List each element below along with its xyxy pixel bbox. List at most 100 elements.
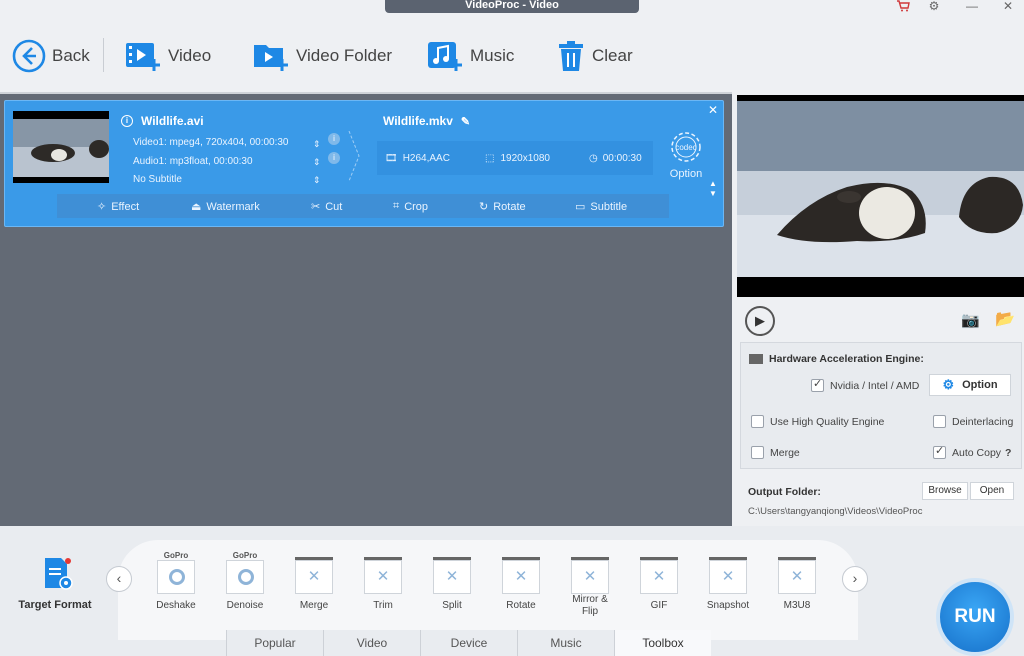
remove-item-button[interactable]: ✕ [708, 103, 718, 117]
nvidia-check-box[interactable] [811, 377, 824, 392]
edit-name-icon[interactable]: ✎ [461, 115, 470, 128]
tool-icon: ✕ [295, 557, 333, 594]
tool-bar-icon [295, 557, 333, 560]
back-button[interactable]: Back [12, 38, 90, 74]
rotate-button[interactable]: ↻ Rotate [479, 200, 526, 214]
film-icon: 🎞 [385, 153, 398, 164]
deinterlacing-checkbox[interactable]: Deinterlacing [933, 415, 1013, 428]
open-folder-icon[interactable]: 📂 [995, 309, 1015, 329]
duration-info: ◷ 00:00:30 [589, 153, 642, 164]
cut-button[interactable]: ✂ Cut [311, 200, 342, 214]
hw-accel-title: Hardware Acceleration Engine: [749, 353, 924, 365]
target-format-label: Target Format [18, 599, 92, 611]
tab-toolbox[interactable]: Toolbox [614, 630, 711, 656]
format-item[interactable]: ✕ GIF [630, 557, 688, 611]
merge-box[interactable] [751, 446, 764, 459]
reorder-arrows[interactable]: ▲ ▼ [709, 179, 717, 199]
prev-formats-button[interactable]: ‹ [106, 566, 132, 592]
add-music-button[interactable]: Music [426, 38, 514, 74]
tool-icon: ✕ [571, 557, 609, 594]
window-title: VideoProc - Video [385, 0, 639, 13]
open-button[interactable]: Open [970, 482, 1014, 500]
toolbar: Back Video Video Folder Music Clear [0, 16, 1024, 92]
deinterlacing-label: Deinterlacing [952, 415, 1014, 428]
format-item[interactable]: GoPro Denoise [216, 551, 274, 611]
auto-copy-box[interactable] [933, 444, 946, 459]
high-quality-box[interactable] [751, 415, 764, 428]
cart-icon[interactable] [893, 0, 913, 14]
track-selector-arrows[interactable]: ⇕ ⇕ ⇕ [313, 135, 321, 189]
video-info-icon[interactable]: i [328, 133, 340, 145]
high-quality-checkbox[interactable]: Use High Quality Engine [751, 415, 884, 428]
subtitle-info: No Subtitle [133, 174, 182, 185]
settings-gear-icon[interactable]: ⚙ [924, 0, 944, 14]
video-label: Video [168, 46, 212, 65]
browse-button[interactable]: Browse [922, 482, 968, 500]
wrench-icon: ✕ [514, 568, 528, 585]
wrench-icon: ✕ [790, 568, 804, 585]
format-item[interactable]: ✕ M3U8 [768, 557, 826, 611]
tab-popular[interactable]: Popular [226, 630, 323, 656]
play-button[interactable]: ▶ [745, 306, 775, 336]
tab-video[interactable]: Video [323, 630, 420, 656]
add-video-button[interactable]: Video [124, 38, 211, 74]
snapshot-camera-icon[interactable]: 📷 [961, 311, 980, 329]
hw-option-label: Option [962, 379, 998, 391]
crop-label: Crop [404, 200, 429, 213]
clear-button[interactable]: Clear [556, 38, 633, 74]
format-item[interactable]: ✕ Merge [285, 557, 343, 611]
format-item[interactable]: ✕ Rotate [492, 557, 550, 611]
add-video-folder-button[interactable]: Video Folder [252, 38, 392, 74]
tool-icon: ✕ [640, 557, 678, 594]
subtitle-button[interactable]: ▭ Subtitle [575, 200, 627, 214]
tool-bar-icon [364, 557, 402, 560]
format-item[interactable]: GoPro Deshake [147, 551, 205, 611]
magic-wand-icon: ✧ [97, 201, 107, 213]
help-icon[interactable]: ? [1005, 447, 1011, 459]
toolbar-divider [103, 38, 104, 72]
resolution-text: 1920x1080 [500, 153, 550, 164]
trash-icon [559, 41, 583, 71]
run-button[interactable]: RUN [936, 578, 1014, 656]
nvidia-label: Nvidia / Intel / AMD [830, 379, 920, 392]
close-window-button[interactable]: ✕ [998, 0, 1018, 14]
tool-bar-icon [502, 557, 540, 560]
resolution-info: ⬚ 1920x1080 [485, 153, 550, 164]
tab-music[interactable]: Music [517, 630, 614, 656]
codec-text: H264,AAC [402, 153, 450, 164]
info-icon[interactable]: i [121, 115, 133, 127]
video-folder-icon [254, 45, 288, 71]
audio-info-icon[interactable]: i [328, 152, 340, 164]
duration-text: 00:00:30 [602, 153, 642, 164]
tool-bar-icon [433, 557, 471, 560]
video-thumbnail[interactable] [13, 111, 109, 183]
hw-option-button[interactable]: ⚙ Option [929, 374, 1011, 396]
minimize-button[interactable]: — [962, 0, 982, 14]
target-format-button[interactable]: Target Format [10, 556, 100, 611]
auto-copy-checkbox[interactable]: Auto Copy ? [933, 444, 1011, 459]
video-preview[interactable] [737, 95, 1024, 297]
crop-button[interactable]: ⌗ Crop [393, 200, 428, 213]
watermark-button[interactable]: ⏏ Watermark [191, 200, 260, 214]
tab-device[interactable]: Device [420, 630, 517, 656]
format-item[interactable]: ✕ Mirror & Flip [561, 557, 619, 618]
format-item[interactable]: ✕ Split [423, 557, 481, 611]
settings-panel: Hardware Acceleration Engine: Nvidia / I… [740, 342, 1022, 469]
nvidia-checkbox[interactable]: Nvidia / Intel / AMD [811, 377, 920, 392]
convert-arrow-icon [348, 131, 360, 181]
gopro-icon: GoPro [226, 551, 264, 594]
merge-checkbox[interactable]: Merge [751, 446, 800, 459]
format-item[interactable]: ✕ Snapshot [699, 557, 757, 611]
codec-option-button[interactable]: codec Option [667, 129, 705, 181]
effect-button[interactable]: ✧ Effect [97, 200, 139, 214]
format-label: Merge [299, 600, 329, 611]
next-formats-button[interactable]: › [842, 566, 868, 592]
format-item[interactable]: ✕ Trim [354, 557, 412, 611]
wrench-icon: ✕ [307, 568, 321, 585]
rotate-label: Rotate [493, 200, 526, 213]
tool-bar-icon [640, 557, 678, 560]
format-label: GIF [650, 600, 668, 611]
brand-label: GoPro [232, 551, 258, 560]
deinterlacing-box[interactable] [933, 415, 946, 428]
video-item[interactable]: i Wildlife.avi Video1: mpeg4, 720x404, 0… [4, 100, 724, 227]
